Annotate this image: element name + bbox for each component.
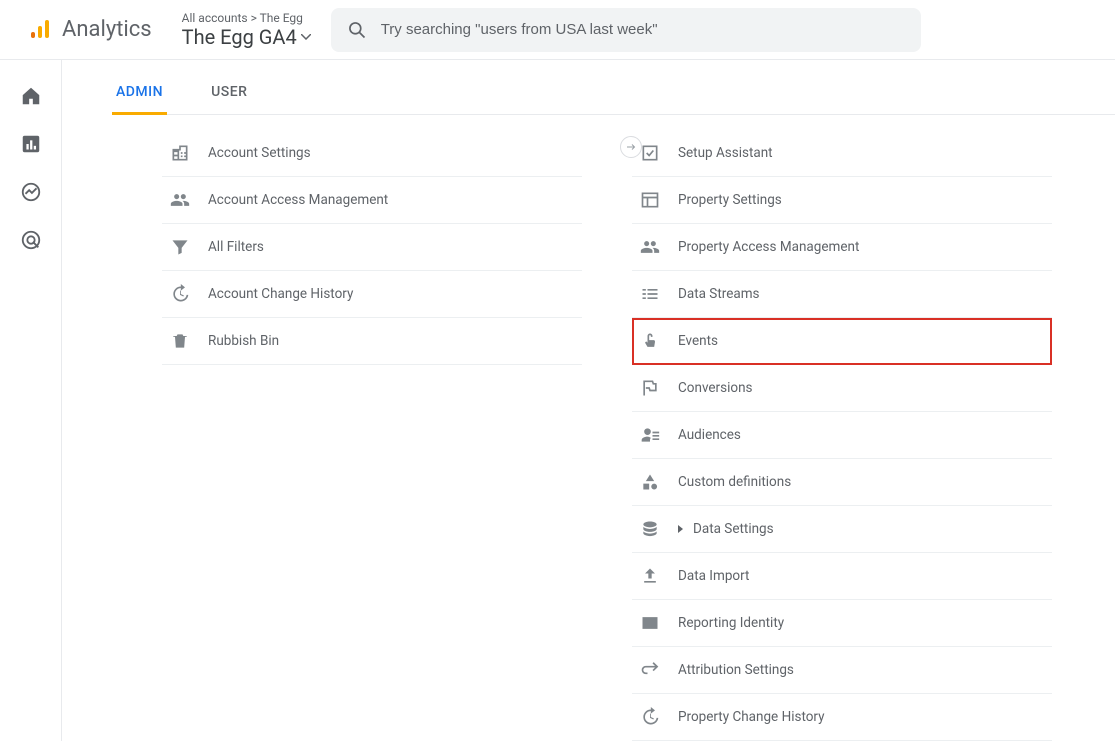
property-item-label: Attribution Settings	[678, 662, 794, 678]
search-icon	[347, 20, 367, 40]
property-item-setup-assistant[interactable]: Setup Assistant	[632, 130, 1052, 177]
property-switcher[interactable]: All accounts > The Egg The Egg GA4	[182, 11, 311, 49]
property-dropdown[interactable]: The Egg GA4	[182, 25, 311, 49]
property-item-audiences[interactable]: Audiences	[632, 412, 1052, 459]
property-item-label: Reporting Identity	[678, 615, 784, 631]
upload-icon	[640, 566, 660, 586]
property-item-label: Property Access Management	[678, 239, 859, 255]
shapes-icon	[640, 472, 660, 492]
idcard-icon	[640, 613, 660, 633]
analytics-logo-icon	[28, 18, 52, 42]
funnel-icon	[170, 237, 190, 257]
audience-icon	[640, 425, 660, 445]
account-item-label: Account Access Management	[208, 192, 388, 208]
property-item-label: Data Streams	[678, 286, 760, 302]
property-item-property-change-history[interactable]: Property Change History	[632, 694, 1052, 741]
nav-reports-icon[interactable]	[19, 132, 43, 156]
streams-icon	[640, 284, 660, 304]
property-item-conversions[interactable]: Conversions	[632, 365, 1052, 412]
flag-icon	[640, 378, 660, 398]
property-item-data-settings[interactable]: Data Settings	[632, 506, 1052, 553]
property-item-reporting-identity[interactable]: Reporting Identity	[632, 600, 1052, 647]
property-item-label: Audiences	[678, 427, 741, 443]
admin-content: ADMIN USER Account Settings Account Acces…	[62, 60, 1115, 741]
panel-icon	[640, 190, 660, 210]
account-item-label: All Filters	[208, 239, 264, 255]
property-item-attribution-settings[interactable]: Attribution Settings	[632, 647, 1052, 694]
building-icon	[170, 143, 190, 163]
property-item-label: Data Settings	[693, 521, 774, 537]
property-item-property-access-management[interactable]: Property Access Management	[632, 224, 1052, 271]
account-item-account-access-management[interactable]: Account Access Management	[162, 177, 582, 224]
nav-advertising-icon[interactable]	[19, 228, 43, 252]
property-item-label: Data Import	[678, 568, 749, 584]
property-item-custom-definitions[interactable]: Custom definitions	[632, 459, 1052, 506]
tab-admin[interactable]: ADMIN	[112, 72, 167, 115]
property-item-label: Events	[678, 333, 718, 349]
people-icon	[170, 190, 190, 210]
account-item-all-filters[interactable]: All Filters	[162, 224, 582, 271]
left-nav	[0, 60, 62, 741]
expand-caret-icon	[678, 525, 683, 533]
property-item-property-settings[interactable]: Property Settings	[632, 177, 1052, 224]
search-bar[interactable]	[331, 8, 921, 52]
stack-icon	[640, 519, 660, 539]
property-item-events[interactable]: Events	[632, 318, 1052, 365]
property-column: Setup Assistant Property Settings Property…	[632, 130, 1052, 741]
property-item-data-streams[interactable]: Data Streams	[632, 271, 1052, 318]
app-header: Analytics All accounts > The Egg The Egg…	[0, 0, 1115, 60]
property-name-label: The Egg GA4	[182, 25, 297, 49]
account-item-account-change-history[interactable]: Account Change History	[162, 271, 582, 318]
property-item-label: Custom definitions	[678, 474, 791, 490]
product-name: Analytics	[62, 17, 152, 42]
account-item-account-settings[interactable]: Account Settings	[162, 130, 582, 177]
touch-icon	[640, 331, 660, 351]
property-item-label: Conversions	[678, 380, 753, 396]
checklist-icon	[640, 143, 660, 163]
history-icon	[640, 707, 660, 727]
account-item-label: Rubbish Bin	[208, 333, 279, 349]
account-item-rubbish-bin[interactable]: Rubbish Bin	[162, 318, 582, 365]
nav-home-icon[interactable]	[19, 84, 43, 108]
breadcrumb[interactable]: All accounts > The Egg	[182, 11, 311, 25]
history-icon	[170, 284, 190, 304]
property-item-label: Property Settings	[678, 192, 782, 208]
account-item-label: Account Settings	[208, 145, 311, 161]
trash-icon	[170, 331, 190, 351]
swap-icon	[640, 660, 660, 680]
account-item-label: Account Change History	[208, 286, 353, 302]
logo-area[interactable]: Analytics	[28, 17, 152, 42]
breadcrumb-child[interactable]: The Egg	[260, 11, 303, 25]
tab-user[interactable]: USER	[207, 72, 251, 114]
property-item-data-import[interactable]: Data Import	[632, 553, 1052, 600]
people-icon	[640, 237, 660, 257]
column-collapse-button[interactable]	[620, 136, 642, 158]
search-input[interactable]	[381, 21, 905, 38]
property-item-label: Property Change History	[678, 709, 825, 725]
nav-explore-icon[interactable]	[19, 180, 43, 204]
breadcrumb-parent[interactable]: All accounts	[182, 11, 248, 25]
admin-tabs: ADMIN USER	[112, 72, 1115, 115]
chevron-down-icon	[301, 34, 311, 40]
account-column: Account Settings Account Access Managemen…	[162, 130, 582, 741]
property-item-label: Setup Assistant	[678, 145, 773, 161]
